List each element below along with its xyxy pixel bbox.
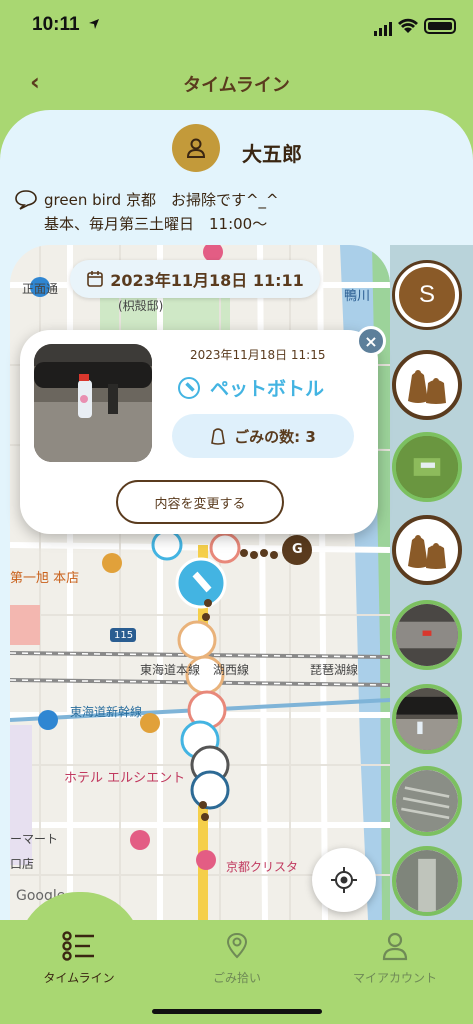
pickup-icon <box>226 932 248 959</box>
profile-name: 大五郎 <box>242 142 302 166</box>
account-icon <box>382 932 408 961</box>
profile-description: green bird 京都 お掃除です^_^ 基本、毎月第三土曜日 11:00〜 <box>14 188 279 236</box>
battery-icon <box>424 18 456 34</box>
home-indicator <box>152 1009 322 1014</box>
wifi-icon <box>398 18 418 33</box>
rail-photo-3[interactable] <box>392 684 462 754</box>
photo-grass <box>396 436 458 498</box>
avatar[interactable] <box>172 124 220 172</box>
tab-timeline[interactable]: タイムライン <box>0 920 158 1000</box>
description-line-2: 基本、毎月第三土曜日 11:00〜 <box>44 215 268 233</box>
user-initial: S <box>399 267 455 323</box>
trash-bags-icon <box>408 535 446 569</box>
trash-type-label: ペットボトル <box>210 378 325 400</box>
status-time: 10:11 <box>32 14 80 35</box>
map-label: 口店 <box>10 857 35 871</box>
calendar-icon <box>87 271 104 287</box>
rail-photo-5[interactable] <box>392 846 462 916</box>
trash-bags-icon <box>408 370 446 404</box>
tab-label: マイアカウント <box>352 971 437 985</box>
route-number: 115 <box>114 630 134 641</box>
map-label: 鴨川 <box>344 289 371 304</box>
timeline-icon <box>62 931 94 961</box>
map-label: 京都クリスタ <box>226 860 299 874</box>
trash-detail-popup: 2023年11月18日 11:15 ペットボトル ごみの数: 3 内容を変更する <box>20 330 378 534</box>
map-label: 東海道新幹線 <box>70 705 143 719</box>
map-label: 東海道本線 <box>140 663 201 677</box>
trash-count-label: ごみの数: 3 <box>234 427 316 446</box>
map-label: G <box>292 542 303 557</box>
map-label: 第一旭 本店 <box>10 571 80 586</box>
photo-bottle-on-wall <box>34 344 152 462</box>
close-icon: × <box>364 331 378 351</box>
map-label: (枳殻邸) <box>118 299 164 313</box>
date-filter-label: 2023年11月18日 11:11 <box>110 271 304 290</box>
person-icon <box>186 138 206 158</box>
tab-pickup[interactable]: ごみ拾い <box>158 920 316 1000</box>
pet-bottle-icon <box>178 376 200 399</box>
trash-timestamp: 2023年11月18日 11:15 <box>190 348 326 362</box>
trash-type: ペットボトル <box>178 374 324 401</box>
rail-photo-1[interactable] <box>392 432 462 502</box>
trash-photo <box>34 344 152 462</box>
nav-bar: ‹ タイムライン <box>0 54 473 110</box>
status-bar: 10:11 <box>0 0 473 54</box>
photo-bottle <box>396 688 458 750</box>
crosshair-icon <box>331 867 357 893</box>
speech-bubble-icon <box>15 190 37 210</box>
rail-photo-2[interactable] <box>392 600 462 670</box>
rail-item-trash[interactable] <box>392 515 462 585</box>
map-label: ホテル エルシエント <box>64 771 186 786</box>
page-title: タイムライン <box>183 75 290 96</box>
date-filter[interactable]: 2023年11月18日 11:11 <box>70 260 320 298</box>
trash-count: ごみの数: 3 <box>172 414 354 458</box>
tab-account[interactable]: マイアカウント <box>316 920 473 1000</box>
close-popup-button[interactable]: × <box>356 326 386 356</box>
rail-photo-4[interactable] <box>392 766 462 836</box>
map-label: ーマート <box>10 832 59 846</box>
description-line-1: green bird 京都 お掃除です^_^ <box>44 191 279 209</box>
photo-street <box>396 850 458 912</box>
map-label: 湖西線 <box>213 663 250 677</box>
tab-label: タイムライン <box>43 971 115 985</box>
rail-item-trash[interactable] <box>392 350 462 420</box>
edit-button[interactable]: 内容を変更する <box>116 480 284 524</box>
map-label: 正面通 <box>22 282 59 296</box>
map-label: 琵琶湖線 <box>310 663 359 677</box>
location-arrow-icon <box>89 19 99 29</box>
user-switch-button[interactable]: S <box>392 260 462 330</box>
signal-icon <box>374 22 392 36</box>
trash-bag-icon <box>211 428 226 445</box>
tab-label: ごみ拾い <box>212 971 261 985</box>
timeline-panel: 大五郎 green bird 京都 お掃除です^_^ 基本、毎月第三土曜日 11… <box>0 110 473 920</box>
photo-steps <box>396 770 458 832</box>
photo-pavement <box>396 604 458 666</box>
my-location-button[interactable] <box>312 848 376 912</box>
